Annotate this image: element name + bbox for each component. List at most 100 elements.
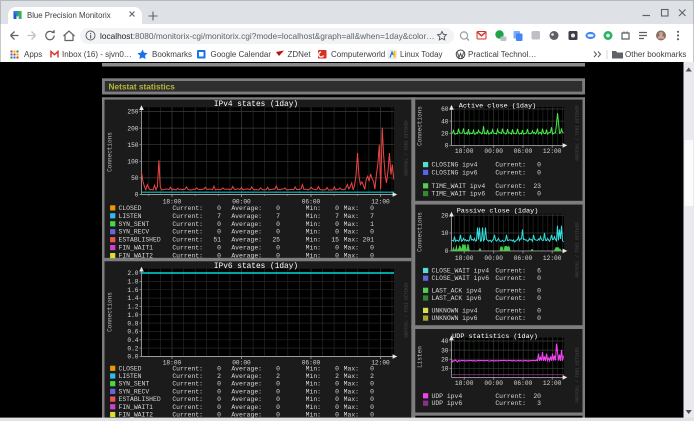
svg-text:12:00: 12:00 <box>543 148 562 155</box>
svg-text:TIME_WAIT ipv4: TIME_WAIT ipv4 <box>432 183 486 190</box>
svg-text:LAST_ACK ipv6: LAST_ACK ipv6 <box>432 295 482 302</box>
svg-text:0: 0 <box>335 245 339 252</box>
svg-text:50: 50 <box>131 175 139 182</box>
svg-text:Min:: Min: <box>306 365 321 372</box>
svg-text:1.4: 1.4 <box>127 295 138 302</box>
svg-text:Max:: Max: <box>344 388 359 395</box>
svg-text:SYN_RECV: SYN_RECV <box>119 388 150 395</box>
svg-text:12:00: 12:00 <box>543 380 562 387</box>
svg-text:30: 30 <box>441 347 449 354</box>
svg-text:3: 3 <box>537 400 541 407</box>
svg-text:Current:: Current: <box>495 287 526 294</box>
svg-text:0: 0 <box>537 295 541 302</box>
svg-text:2: 2 <box>335 373 339 380</box>
svg-text:CLOSED: CLOSED <box>119 205 142 212</box>
svg-text:0.4: 0.4 <box>127 337 138 344</box>
svg-text:0: 0 <box>370 365 374 372</box>
svg-text:200: 200 <box>127 125 138 132</box>
svg-text:FIN_WAIT2: FIN_WAIT2 <box>119 253 154 260</box>
svg-text:Min:: Min: <box>306 404 321 411</box>
svg-text:0: 0 <box>276 396 280 403</box>
svg-text:Current:: Current: <box>495 400 526 407</box>
svg-text:0: 0 <box>537 162 541 169</box>
svg-text:Connections: Connections <box>417 106 424 146</box>
svg-text:0: 0 <box>370 205 374 212</box>
svg-text:Min:: Min: <box>306 412 321 419</box>
svg-text:Max:: Max: <box>344 245 359 252</box>
svg-text:0: 0 <box>370 253 374 260</box>
svg-text:Min:: Min: <box>306 205 321 212</box>
svg-text:Current:: Current: <box>495 191 526 198</box>
svg-text:Average:: Average: <box>231 404 262 411</box>
svg-text:UDP ipv6: UDP ipv6 <box>432 400 463 407</box>
svg-text:0: 0 <box>537 287 541 294</box>
svg-text:0.0: 0.0 <box>127 354 138 361</box>
svg-text:Passive close (1day): Passive close (1day) <box>457 208 539 216</box>
svg-text:0: 0 <box>335 388 339 395</box>
svg-text:0: 0 <box>276 388 280 395</box>
svg-text:7: 7 <box>276 213 280 220</box>
svg-text:0: 0 <box>335 253 339 260</box>
svg-text:Current:: Current: <box>172 381 203 388</box>
svg-text:0: 0 <box>335 412 339 419</box>
svg-text:Connections: Connections <box>417 212 424 252</box>
svg-text:201: 201 <box>362 237 374 244</box>
svg-text:Average:: Average: <box>231 229 262 236</box>
svg-text:CLOSING ipv6: CLOSING ipv6 <box>432 169 478 176</box>
svg-text:15: 15 <box>331 237 339 244</box>
svg-text:Current:: Current: <box>495 268 526 275</box>
svg-text:0: 0 <box>276 365 280 372</box>
svg-text:18:00: 18:00 <box>455 148 474 155</box>
svg-text:Average:: Average: <box>231 237 262 244</box>
svg-text:100: 100 <box>127 159 138 166</box>
svg-text:IPv6 states (1day): IPv6 states (1day) <box>214 263 298 271</box>
svg-text:0: 0 <box>217 365 221 372</box>
svg-text:0: 0 <box>276 253 280 260</box>
svg-text:Max:: Max: <box>344 253 359 260</box>
svg-text:0: 0 <box>537 275 541 282</box>
svg-text:RRDTOOL / TOBI OETIKER: RRDTOOL / TOBI OETIKER <box>576 105 581 161</box>
svg-text:0: 0 <box>217 205 221 212</box>
svg-text:0: 0 <box>276 221 280 228</box>
svg-text:20: 20 <box>533 393 541 400</box>
svg-text:0: 0 <box>217 404 221 411</box>
svg-text:Current:: Current: <box>172 373 203 380</box>
svg-text:7: 7 <box>217 213 221 220</box>
svg-text:Current:: Current: <box>495 315 526 322</box>
svg-text:Netstat statistics: Netstat statistics <box>109 81 176 91</box>
svg-text:Min:: Min: <box>306 396 321 403</box>
svg-text:0: 0 <box>335 381 339 388</box>
svg-text:FIN_WAIT1: FIN_WAIT1 <box>119 245 154 252</box>
svg-text:0: 0 <box>370 245 374 252</box>
svg-text:Current:: Current: <box>172 205 203 212</box>
svg-text:SYN_SENT: SYN_SENT <box>119 381 150 388</box>
svg-text:Min:: Min: <box>306 213 321 220</box>
svg-text:20: 20 <box>441 356 449 363</box>
svg-text:0: 0 <box>217 245 221 252</box>
svg-text:0.8: 0.8 <box>127 320 138 327</box>
svg-text:Average:: Average: <box>231 245 262 252</box>
svg-text:40: 40 <box>441 338 449 345</box>
svg-text:Current:: Current: <box>172 253 203 260</box>
svg-text:ESTABLISHED: ESTABLISHED <box>119 396 161 403</box>
svg-text:Average:: Average: <box>231 205 262 212</box>
svg-text:1.8: 1.8 <box>127 279 138 286</box>
svg-text:SYN_SENT: SYN_SENT <box>119 221 150 228</box>
svg-text:CLOSED: CLOSED <box>119 365 142 372</box>
svg-text:RRDTOOL / TOBI OETIKER: RRDTOOL / TOBI OETIKER <box>405 282 410 338</box>
svg-text:Current:: Current: <box>172 213 203 220</box>
svg-text:Current:: Current: <box>172 388 203 395</box>
svg-text:Min:: Min: <box>306 373 321 380</box>
svg-text:06:00: 06:00 <box>514 380 533 387</box>
svg-text:IPv4 states (1day): IPv4 states (1day) <box>214 101 298 109</box>
svg-text:Min:: Min: <box>306 388 321 395</box>
svg-text:0: 0 <box>276 245 280 252</box>
svg-text:CLOSE_WAIT ipv6: CLOSE_WAIT ipv6 <box>432 275 490 282</box>
svg-text:LAST_ACK ipv4: LAST_ACK ipv4 <box>432 287 482 294</box>
svg-text:Max:: Max: <box>344 229 359 236</box>
svg-text:0: 0 <box>217 253 221 260</box>
svg-text:Active close (1day): Active close (1day) <box>459 103 537 111</box>
svg-text:Current:: Current: <box>495 393 526 400</box>
svg-text:Max:: Max: <box>344 396 359 403</box>
svg-text:Average:: Average: <box>231 213 262 220</box>
